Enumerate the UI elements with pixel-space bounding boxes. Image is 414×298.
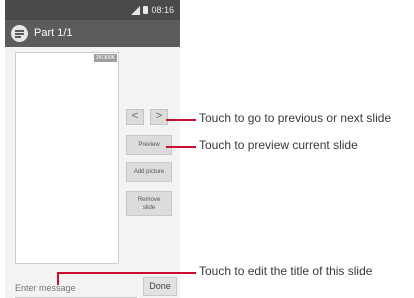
chevron-right-icon: > xyxy=(155,110,163,122)
status-time: 08:16 xyxy=(151,5,174,15)
callout-preview: Touch to preview current slide xyxy=(199,138,358,152)
callout-prev-next: Touch to go to previous or next slide xyxy=(199,111,392,125)
next-slide-button[interactable]: > xyxy=(150,109,168,125)
preview-button-label: Preview xyxy=(138,142,160,148)
compose-bar: Done xyxy=(5,276,180,298)
callout-line-preview xyxy=(166,146,196,148)
action-bar: Part 1/1 xyxy=(5,20,180,47)
signal-icon xyxy=(131,5,141,15)
done-button[interactable]: Done xyxy=(143,277,177,296)
status-icons: 08:16 xyxy=(131,5,174,15)
message-input[interactable] xyxy=(15,280,125,296)
message-size-badge: 2K/300K xyxy=(93,54,117,62)
messaging-app-icon[interactable] xyxy=(11,25,28,42)
slide-preview-area[interactable]: 2K/300K xyxy=(15,52,119,264)
previous-slide-button[interactable]: < xyxy=(126,109,144,125)
callout-edit-title: Touch to edit the title of this slide xyxy=(199,264,373,278)
remove-slide-button[interactable]: Remove slide xyxy=(126,191,172,216)
action-bar-title: Part 1/1 xyxy=(34,27,73,39)
phone-screen: 08:16 Part 1/1 2K/300K < > Preview Add p… xyxy=(5,0,180,298)
battery-icon xyxy=(143,6,149,14)
callout-line-prev-next xyxy=(166,119,196,121)
status-bar: 08:16 xyxy=(5,0,180,20)
add-picture-button-label: Add picture xyxy=(133,169,165,175)
chevron-left-icon: < xyxy=(131,110,139,122)
preview-button[interactable]: Preview xyxy=(126,135,172,155)
remove-slide-label-line1: Remove xyxy=(137,196,161,203)
add-picture-button[interactable]: Add picture xyxy=(126,162,172,182)
remove-slide-label-line2: slide xyxy=(142,204,156,211)
callout-line-edit-title xyxy=(57,272,196,274)
